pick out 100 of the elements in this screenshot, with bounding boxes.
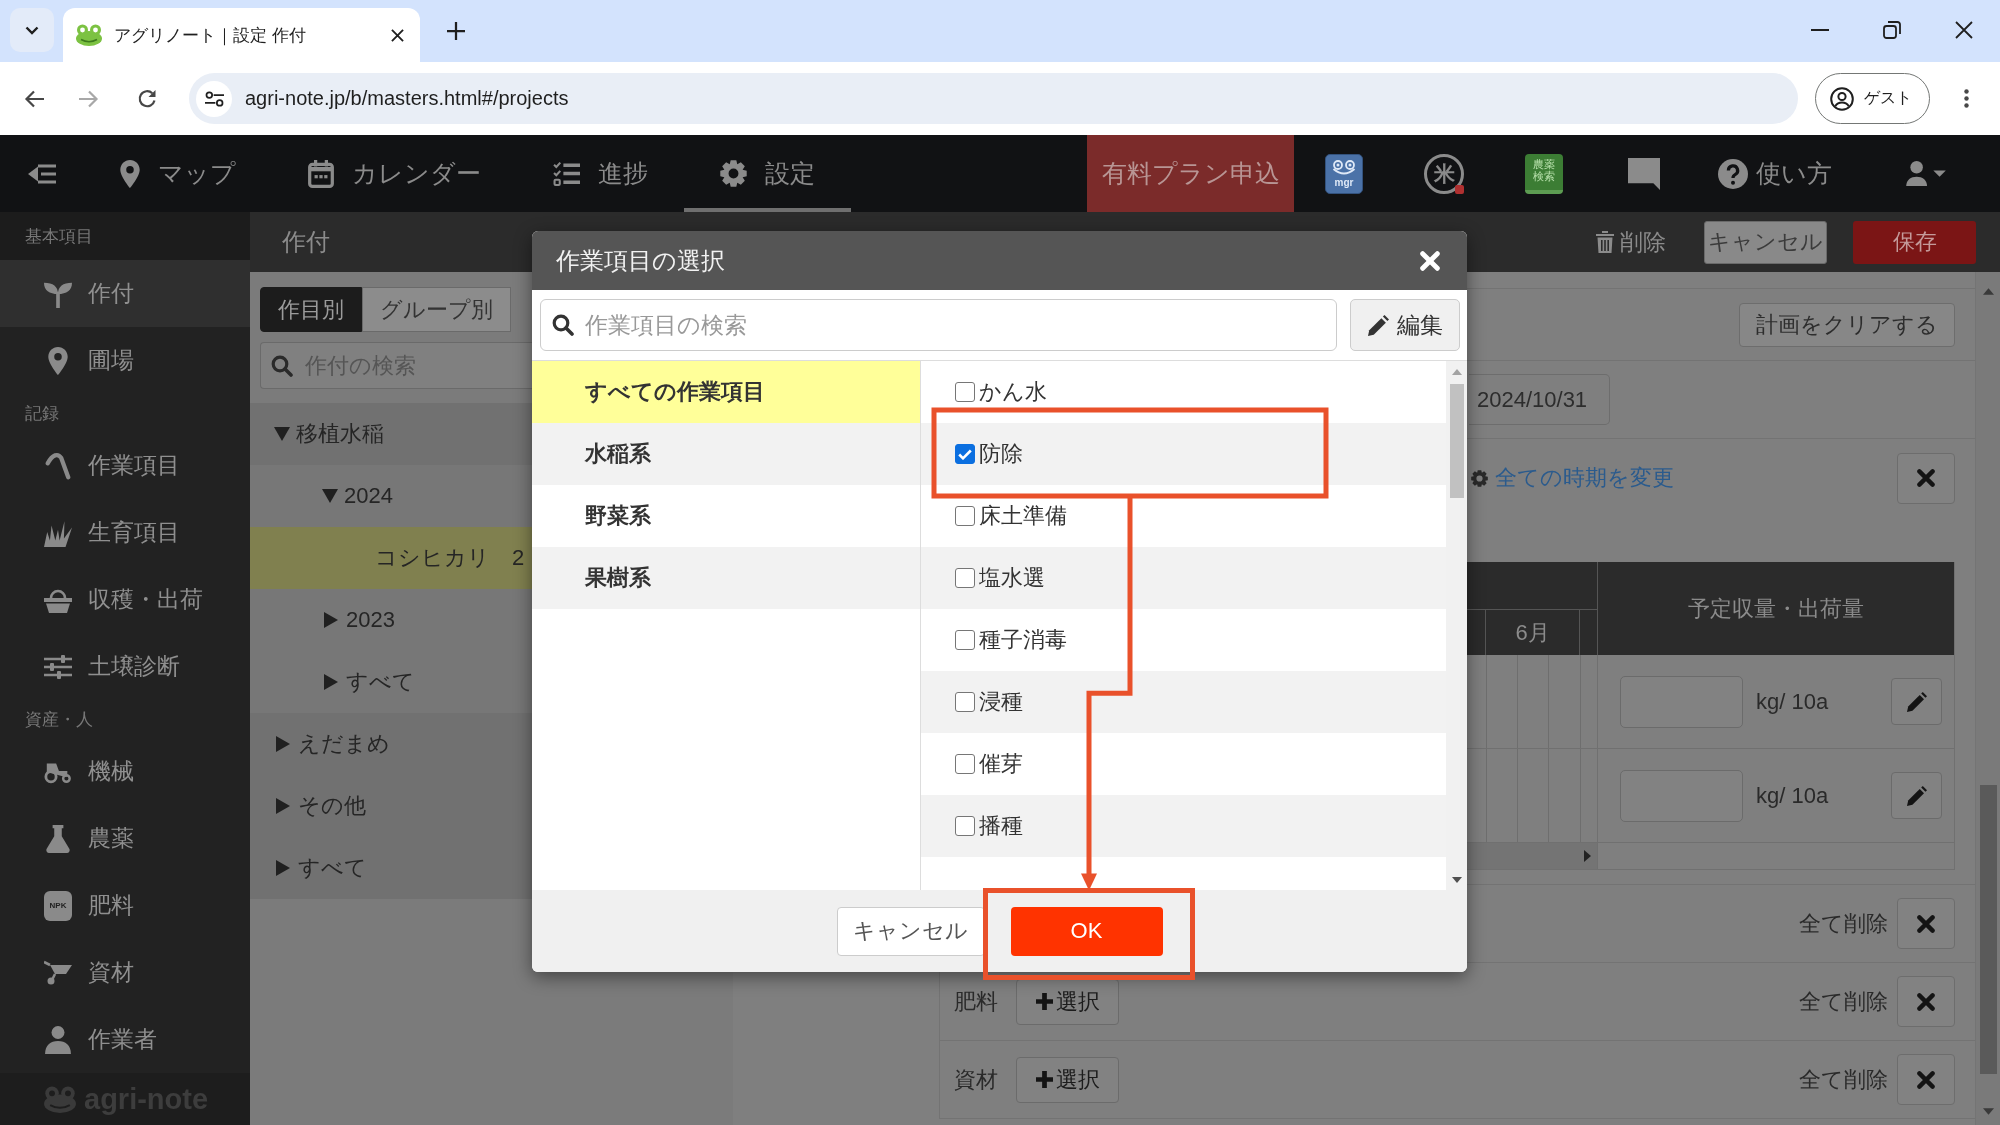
delete-all-label: 全て削除	[1799, 909, 1888, 938]
sidebar-item[interactable]: 作業項目	[0, 432, 250, 499]
remove-button[interactable]	[1897, 976, 1955, 1027]
checkbox[interactable]	[955, 382, 975, 402]
close-icon	[1917, 992, 1935, 1011]
table-header-cell: 予定収量・出荷量	[1597, 562, 1954, 655]
frog-icon	[1332, 159, 1356, 176]
checkbox[interactable]	[955, 630, 975, 650]
cancel-button[interactable]: キャンセル	[836, 906, 985, 956]
map-pin-icon	[120, 159, 140, 188]
nav-tab[interactable]: 進捗	[517, 135, 684, 212]
save-button[interactable]: 保存	[1853, 220, 1976, 264]
view-tab[interactable]: 作目別	[260, 287, 362, 332]
sidebar-item[interactable]: 圃場	[0, 327, 250, 394]
sidebar-item[interactable]: 機械	[0, 738, 250, 805]
checkbox[interactable]	[955, 816, 975, 836]
close-icon	[1917, 1070, 1935, 1089]
search-icon	[552, 314, 574, 336]
delete-button[interactable]: 削除	[1596, 226, 1666, 258]
edit-button[interactable]	[1891, 678, 1942, 725]
category-item[interactable]: すべての作業項目	[532, 361, 920, 423]
chat-icon[interactable]	[1628, 157, 1660, 190]
user-menu-icon[interactable]	[1906, 161, 1946, 186]
flask-icon	[44, 824, 72, 853]
checkbox[interactable]	[955, 444, 975, 464]
remove-button[interactable]	[1897, 1054, 1955, 1105]
person-icon	[44, 1025, 72, 1054]
select-button[interactable]: 選択	[1016, 1056, 1119, 1103]
upgrade-button[interactable]: 有料プラン申込	[1087, 135, 1294, 212]
page-title: 作付	[281, 227, 330, 257]
edit-button[interactable]: 編集	[1350, 299, 1460, 351]
checklist-item[interactable]: 浸種	[921, 671, 1446, 733]
app-button[interactable]: mgr	[1325, 153, 1363, 194]
section-label: 基本項目	[0, 212, 250, 260]
more-icon[interactable]	[1963, 89, 1969, 108]
remove-button[interactable]	[1897, 898, 1955, 949]
sliders-icon	[204, 90, 224, 107]
checkbox[interactable]	[955, 506, 975, 526]
sidebar-item[interactable]: 土壌診断	[0, 633, 250, 700]
scrollbar-thumb[interactable]	[1449, 384, 1464, 498]
settings-icon	[720, 160, 747, 187]
close-icon	[1917, 914, 1935, 933]
checkbox[interactable]	[955, 754, 975, 774]
search-icon	[271, 354, 293, 377]
checkbox[interactable]	[955, 692, 975, 712]
pencil-icon	[1906, 785, 1927, 806]
sidebar-item[interactable]: 作業者	[0, 1006, 250, 1073]
scroll-down-arrow-icon[interactable]	[1451, 877, 1462, 883]
sliders-icon	[44, 652, 72, 681]
close-icon[interactable]	[391, 28, 404, 42]
sidebar-item[interactable]: 収穫・出荷	[0, 566, 250, 633]
app-button[interactable]: 農薬検索	[1525, 153, 1563, 194]
plus-icon[interactable]	[447, 22, 465, 40]
sidebar-item[interactable]: NPK 肥料	[0, 872, 250, 939]
view-tab[interactable]: グループ別	[362, 287, 511, 332]
row-label: 肥料	[954, 987, 998, 1016]
row-label: 資材	[954, 1065, 998, 1094]
plus-icon	[1035, 1071, 1053, 1088]
checklist-item[interactable]: 防除	[921, 423, 1446, 485]
site-info-button[interactable]	[196, 80, 232, 117]
pencil-icon	[1906, 691, 1927, 712]
checklist-item[interactable]: 播種	[921, 795, 1446, 857]
ok-button[interactable]: OK	[1010, 906, 1163, 956]
remove-button[interactable]	[1897, 452, 1955, 504]
scroll-up-arrow-icon[interactable]	[1982, 288, 1994, 295]
select-button[interactable]: 選択	[1016, 978, 1119, 1025]
scroll-right-arrow-icon[interactable]	[1584, 850, 1591, 862]
delete-all-label: 全て削除	[1799, 987, 1888, 1016]
hoe-icon	[44, 451, 72, 480]
back-icon[interactable]	[24, 89, 44, 108]
checklist-item[interactable]: 塩水選	[921, 547, 1446, 609]
sidebar-item[interactable]: 生育項目	[0, 499, 250, 566]
account-icon	[1830, 86, 1854, 111]
date-field[interactable]: 2024/10/31	[1469, 374, 1610, 425]
edit-button[interactable]	[1891, 772, 1942, 819]
cancel-button[interactable]: キャンセル	[1704, 220, 1827, 264]
trash-icon	[1596, 231, 1614, 253]
collapse-menu-icon[interactable]	[28, 163, 56, 184]
wheelbarrow-icon	[44, 958, 72, 987]
app-button[interactable]: 米	[1424, 153, 1464, 194]
clear-plan-button[interactable]: 計画をクリアする	[1739, 302, 1955, 347]
help-button[interactable]: 使い方	[1694, 135, 1856, 212]
search-field[interactable]: 作業項目の検索	[540, 299, 1337, 351]
address-bar[interactable]: agri-note.jp/b/masters.html#/projects	[189, 73, 1798, 124]
category-item[interactable]: 果樹系	[532, 547, 920, 609]
scrollbar-thumb[interactable]	[1979, 785, 1997, 1074]
frog-icon	[44, 1085, 76, 1113]
close-icon	[1917, 469, 1935, 487]
nav-tab[interactable]: カレンダー	[272, 135, 517, 212]
restore-icon[interactable]	[1883, 21, 1901, 39]
category-item[interactable]: 水稲系	[532, 423, 920, 485]
browser-tab[interactable]: アグリノート｜設定 作付	[63, 8, 420, 62]
checkbox[interactable]	[955, 568, 975, 588]
close-icon[interactable]	[1955, 21, 1973, 39]
sidebar-item[interactable]: 作付	[0, 260, 250, 327]
table-header-cell: 6月	[1485, 610, 1580, 655]
reload-icon[interactable]	[137, 88, 157, 109]
sidebar-item[interactable]: 資材	[0, 939, 250, 1006]
nav-tab[interactable]: マップ	[84, 135, 272, 212]
sidebar-item[interactable]: 農薬	[0, 805, 250, 872]
